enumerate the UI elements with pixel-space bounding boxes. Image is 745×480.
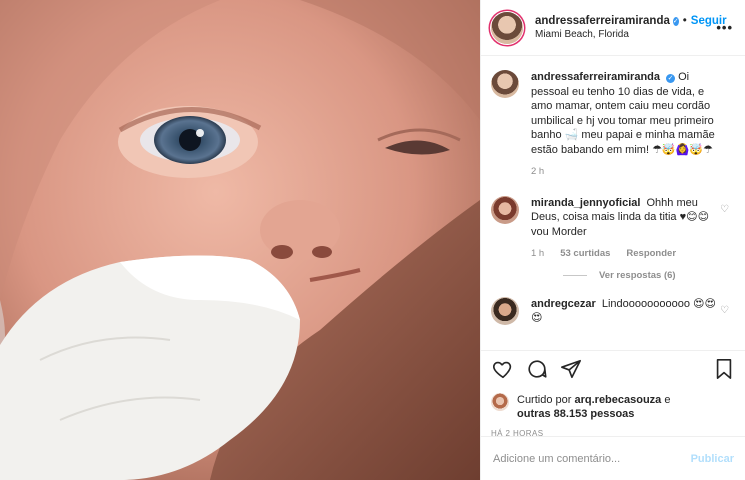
baby-photo-image: [0, 0, 480, 480]
liked-by-user[interactable]: arq.rebecasouza: [574, 394, 661, 406]
liked-by-others[interactable]: outras 88.153 pessoas: [517, 408, 634, 420]
comments-list[interactable]: andressaferreiramiranda ✓ Oi pessoal eu t…: [481, 56, 745, 350]
view-replies-label: Ver respostas (6): [599, 269, 676, 281]
comment-bubble-icon[interactable]: [525, 357, 549, 381]
post-side-panel: andressaferreiramiranda ✓ • Seguir Miami…: [480, 0, 745, 480]
publish-button[interactable]: Publicar: [691, 453, 734, 465]
reply-button[interactable]: Responder: [626, 247, 676, 262]
author-avatar[interactable]: [491, 11, 523, 44]
commenter-avatar[interactable]: [491, 296, 519, 325]
post-location[interactable]: Miami Beach, Florida: [535, 29, 716, 40]
liked-by-middle: e: [664, 394, 671, 406]
liker-avatar[interactable]: [491, 393, 509, 411]
comment-username[interactable]: miranda_jennyoficial: [531, 197, 640, 209]
verified-icon: ✓: [666, 74, 676, 83]
comment-like-heart-icon[interactable]: ♡: [720, 204, 729, 215]
comment-username[interactable]: andregcezar: [531, 298, 596, 310]
commenter-avatar[interactable]: [491, 195, 519, 224]
add-comment-bar: Publicar: [481, 436, 745, 480]
caption-avatar[interactable]: [491, 70, 519, 98]
author-username[interactable]: andressaferreiramiranda: [535, 15, 670, 27]
post-actions: Curtido por arq.rebecasouza e outras 88.…: [481, 350, 745, 438]
comment-input[interactable]: [493, 452, 691, 465]
caption-text: Oi pessoal eu tenho 10 dias de vida, e a…: [531, 71, 715, 156]
share-paper-plane-icon[interactable]: [559, 357, 583, 381]
caption: andressaferreiramiranda ✓ Oi pessoal eu t…: [491, 70, 733, 180]
like-heart-icon[interactable]: [491, 357, 515, 381]
liked-by: Curtido por arq.rebecasouza e outras 88.…: [491, 393, 736, 421]
comment-item: andregcezar Lindooooooooooo 😍😍😍 ♡: [491, 296, 733, 326]
bookmark-icon[interactable]: [712, 357, 736, 381]
separator-dot: •: [682, 15, 687, 27]
liked-by-prefix: Curtido por: [517, 394, 572, 406]
comment-item: miranda_jennyoficial Ohhh meu Deus, cois…: [491, 195, 733, 262]
post-photo[interactable]: [0, 0, 480, 480]
comment-like-heart-icon[interactable]: ♡: [720, 305, 729, 316]
more-options-icon[interactable]: •••: [716, 20, 733, 35]
replies-divider: [563, 274, 587, 276]
caption-username[interactable]: andressaferreiramiranda: [531, 71, 660, 83]
caption-time[interactable]: 2 h: [531, 165, 544, 180]
comment-likes[interactable]: 53 curtidas: [560, 247, 610, 262]
comment-time[interactable]: 1 h: [531, 247, 544, 262]
verified-icon: ✓: [672, 16, 679, 26]
post-header: andressaferreiramiranda ✓ • Seguir Miami…: [481, 0, 745, 56]
view-replies-button[interactable]: Ver respostas (6): [563, 270, 733, 281]
